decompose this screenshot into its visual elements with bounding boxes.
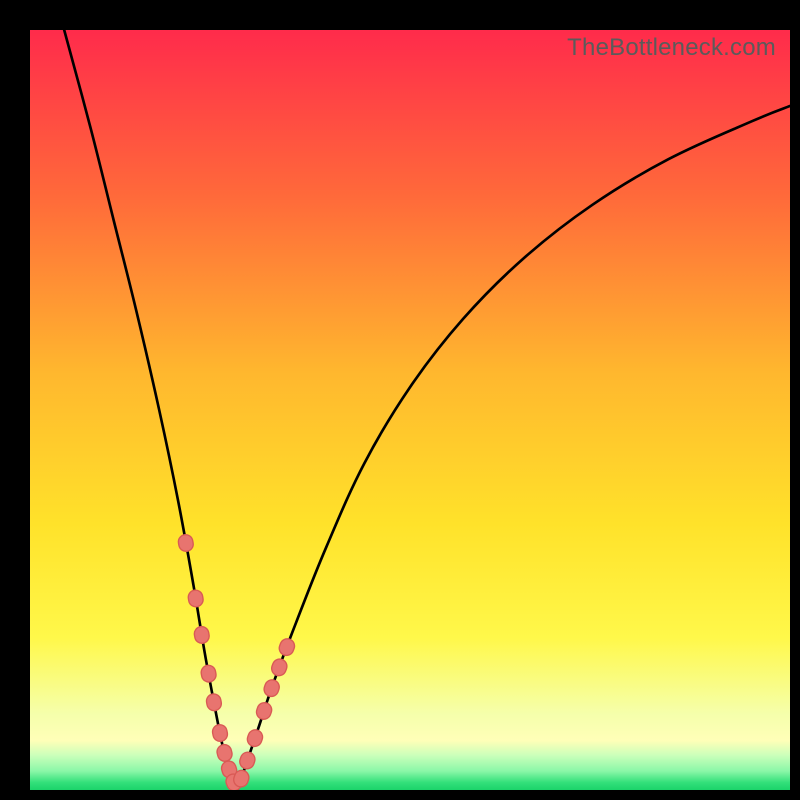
- bead-marker: [215, 743, 233, 763]
- bead-marker: [255, 701, 274, 721]
- curve-layer: [30, 30, 790, 790]
- bead-marker: [177, 533, 194, 552]
- bead-marker: [245, 728, 264, 748]
- curve-right-branch: [237, 106, 790, 790]
- outer-frame: TheBottleneck.com: [0, 0, 800, 800]
- bead-marker: [277, 637, 296, 658]
- bead-marker: [205, 693, 222, 712]
- bead-marker: [193, 626, 210, 645]
- bead-marker: [262, 678, 281, 698]
- bead-marker: [211, 723, 229, 742]
- plot-area: TheBottleneck.com: [30, 30, 790, 790]
- bead-marker: [238, 750, 257, 770]
- bead-marker: [270, 657, 289, 678]
- beads-right: [232, 637, 297, 789]
- beads-left: [177, 533, 243, 790]
- bead-marker: [200, 664, 217, 683]
- watermark-text: TheBottleneck.com: [567, 34, 776, 62]
- bead-marker: [187, 589, 204, 608]
